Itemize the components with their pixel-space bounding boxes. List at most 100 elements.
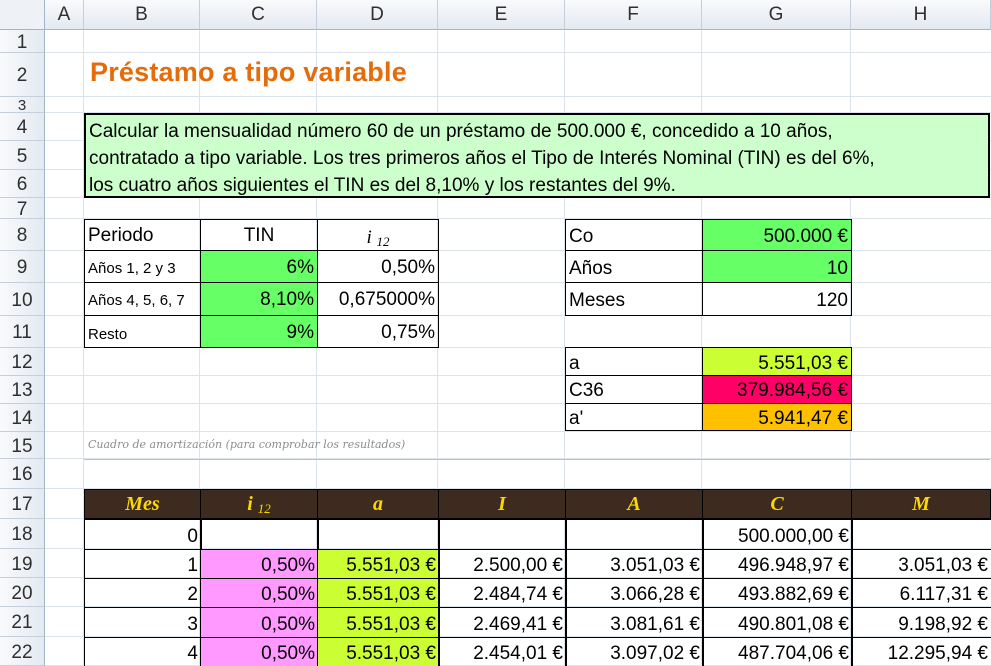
row-header-9[interactable]: 9 — [0, 251, 45, 283]
amort-header-capital[interactable]: C — [702, 489, 852, 519]
column-header-g[interactable]: G — [702, 0, 851, 30]
rates-header-periodo[interactable]: Periodo — [84, 219, 201, 251]
co-label[interactable]: Co — [565, 219, 703, 251]
amort-cell-a[interactable]: 5.551,03 € — [317, 549, 440, 579]
column-header-d[interactable]: D — [317, 0, 438, 30]
amort-cell-c[interactable]: 487.704,06 € — [702, 637, 853, 666]
rates-tin-1[interactable]: 6% — [200, 250, 318, 283]
row-header-15[interactable]: 15 — [0, 432, 45, 459]
amort-cell-i12[interactable]: 0,50% — [200, 578, 319, 608]
column-header-b[interactable]: B — [84, 0, 200, 30]
amort-cell-a[interactable] — [317, 519, 440, 550]
amort-cell-i12[interactable]: 0,50% — [200, 549, 319, 579]
rates-i12-1[interactable]: 0,50% — [317, 250, 439, 283]
rates-periodo-1[interactable]: Años 1, 2 y 3 — [84, 250, 201, 283]
column-header-e[interactable]: E — [438, 0, 565, 30]
row-header-20[interactable]: 20 — [0, 578, 45, 607]
a-prime-value[interactable]: 5.941,47 € — [702, 403, 852, 431]
row-header-18[interactable]: 18 — [0, 519, 45, 549]
amort-cell-a[interactable] — [565, 519, 704, 550]
amort-cell-m[interactable]: 6.117,31 € — [851, 578, 991, 608]
row-header-2[interactable]: 2 — [0, 53, 45, 97]
amort-cell-a[interactable]: 3.097,02 € — [565, 637, 704, 666]
amort-header-i12[interactable]: i 12 — [200, 489, 318, 519]
amort-cell-mes[interactable]: 4 — [84, 637, 202, 666]
spreadsheet[interactable]: ABCDEFGH 1 2 3 4 5 6 7 8 9 10 11 12 13 14 15 16 17 18 19 20… — [0, 0, 991, 666]
row-header-11[interactable]: 11 — [0, 316, 45, 348]
row-header-19[interactable]: 19 — [0, 549, 45, 578]
rates-header-i12[interactable]: i 12 — [317, 219, 439, 251]
column-header-f[interactable]: F — [565, 0, 702, 30]
amort-cell-i12[interactable] — [200, 519, 319, 550]
rates-i12-3[interactable]: 0,75% — [317, 315, 439, 348]
amort-cell-m[interactable] — [851, 519, 991, 550]
amort-cell-mes[interactable]: 3 — [84, 607, 202, 638]
meses-value[interactable]: 120 — [702, 282, 852, 316]
row-header-22[interactable]: 22 — [0, 637, 45, 666]
row-header-12[interactable]: 12 — [0, 348, 45, 376]
row-header-4[interactable]: 4 — [0, 113, 45, 141]
amort-header-interest[interactable]: I — [438, 489, 566, 519]
amort-cell-a[interactable]: 3.051,03 € — [565, 549, 704, 579]
meses-label[interactable]: Meses — [565, 282, 703, 316]
amort-cell-i[interactable]: 2.454,01 € — [438, 637, 567, 666]
amort-cell-a[interactable]: 5.551,03 € — [317, 578, 440, 608]
column-header-h[interactable]: H — [851, 0, 991, 30]
amort-cell-c[interactable]: 490.801,08 € — [702, 607, 853, 638]
row-header-14[interactable]: 14 — [0, 404, 45, 432]
problem-statement-box[interactable]: Calcular la mensualidad número 60 de un … — [84, 113, 990, 198]
row-header-6[interactable]: 6 — [0, 170, 45, 198]
amort-header-mes[interactable]: Mes — [84, 489, 201, 519]
amort-cell-i[interactable]: 2.500,00 € — [438, 549, 567, 579]
rates-tin-3[interactable]: 9% — [200, 315, 318, 348]
amort-cell-m[interactable]: 3.051,03 € — [851, 549, 991, 579]
amort-cell-i[interactable] — [438, 519, 567, 550]
anos-value[interactable]: 10 — [702, 250, 852, 283]
rates-header-tin[interactable]: TIN — [200, 219, 318, 251]
amort-cell-i[interactable]: 2.484,74 € — [438, 578, 567, 608]
amort-cell-i12[interactable]: 0,50% — [200, 637, 319, 666]
amort-header-accumulated[interactable]: M — [851, 489, 991, 519]
amort-header-a[interactable]: a — [317, 489, 439, 519]
amort-cell-c[interactable]: 493.882,69 € — [702, 578, 853, 608]
amort-cell-mes[interactable]: 2 — [84, 578, 202, 608]
amort-cell-i[interactable]: 2.469,41 € — [438, 607, 567, 638]
amort-cell-c[interactable]: 496.948,97 € — [702, 549, 853, 579]
c36-label[interactable]: C36 — [565, 375, 703, 404]
row-header-21[interactable]: 21 — [0, 607, 45, 637]
co-value[interactable]: 500.000 € — [702, 219, 852, 251]
row-header-5[interactable]: 5 — [0, 141, 45, 170]
c36-value[interactable]: 379.984,56 € — [702, 375, 852, 404]
anos-label[interactable]: Años — [565, 250, 703, 283]
amort-cell-a[interactable]: 3.081,61 € — [565, 607, 704, 638]
row-header-16[interactable]: 16 — [0, 459, 45, 489]
a-prime-label[interactable]: a' — [565, 403, 703, 431]
row-header-1[interactable]: 1 — [0, 30, 45, 53]
amort-cell-mes[interactable]: 0 — [84, 519, 202, 550]
row-header-8[interactable]: 8 — [0, 219, 45, 251]
a-label[interactable]: a — [565, 347, 703, 376]
column-header-a[interactable]: A — [45, 0, 84, 30]
amort-cell-i12[interactable]: 0,50% — [200, 607, 319, 638]
row-header-17[interactable]: 17 — [0, 489, 45, 519]
amort-cell-a[interactable]: 3.066,28 € — [565, 578, 704, 608]
row-header-3[interactable]: 3 — [0, 97, 45, 113]
amort-cell-a[interactable]: 5.551,03 € — [317, 637, 440, 666]
row-header-10[interactable]: 10 — [0, 283, 45, 316]
amort-cell-c[interactable]: 500.000,00 € — [702, 519, 853, 550]
amort-cell-mes[interactable]: 1 — [84, 549, 202, 579]
row-header-7[interactable]: 7 — [0, 198, 45, 219]
rates-i12-2[interactable]: 0,675000% — [317, 282, 439, 316]
row-header-13[interactable]: 13 — [0, 376, 45, 404]
rates-tin-2[interactable]: 8,10% — [200, 282, 318, 316]
column-header-c[interactable]: C — [200, 0, 317, 30]
statement-line-3: los cuatro años siguientes el TIN es del… — [89, 175, 676, 196]
select-all-corner[interactable] — [0, 0, 45, 30]
rates-periodo-3[interactable]: Resto — [84, 315, 201, 348]
amort-cell-m[interactable]: 12.295,94 € — [851, 637, 991, 666]
amort-cell-m[interactable]: 9.198,92 € — [851, 607, 991, 638]
rates-periodo-2[interactable]: Años 4, 5, 6, 7 — [84, 282, 201, 316]
amort-header-amortization[interactable]: A — [565, 489, 703, 519]
amort-cell-a[interactable]: 5.551,03 € — [317, 607, 440, 638]
a-value[interactable]: 5.551,03 € — [702, 347, 852, 376]
